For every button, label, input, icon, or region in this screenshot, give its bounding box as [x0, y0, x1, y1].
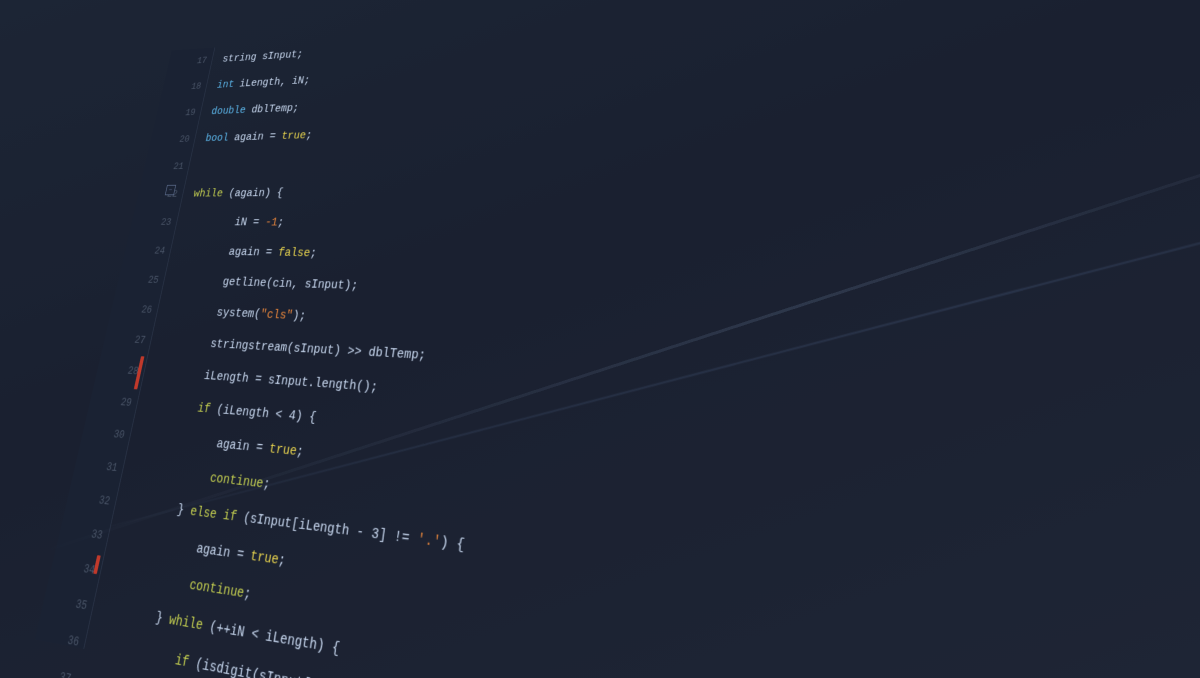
line-num-27: 27	[126, 325, 149, 356]
line-num-33: 33	[82, 517, 106, 554]
line-num-25: 25	[139, 266, 161, 296]
line-num-35: 35	[66, 586, 91, 625]
line-num-32: 32	[89, 483, 113, 519]
line-num-36: 36	[58, 622, 83, 662]
line-num-18: 18	[183, 74, 204, 101]
code-area: string sInput; int iLength, iN; double d…	[47, 0, 1200, 678]
line-num-20: 20	[171, 126, 192, 153]
line-num-21: 21	[165, 153, 186, 181]
line-num-23: 23	[152, 208, 174, 236]
line-num-19: 19	[177, 100, 198, 127]
line-num-24: 24	[146, 237, 168, 266]
line-num-37: 37	[49, 658, 74, 678]
line-num-31: 31	[97, 450, 121, 485]
code-editor: − 17 18 19 20 21 22 23 24 25 26 27 28 29…	[0, 0, 1200, 678]
line-num-30: 30	[104, 418, 128, 452]
line-num-26: 26	[132, 295, 155, 326]
line-num-29: 29	[112, 386, 135, 419]
line-num-17: 17	[189, 48, 210, 74]
code-container: − 17 18 19 20 21 22 23 24 25 26 27 28 29…	[35, 0, 1200, 678]
